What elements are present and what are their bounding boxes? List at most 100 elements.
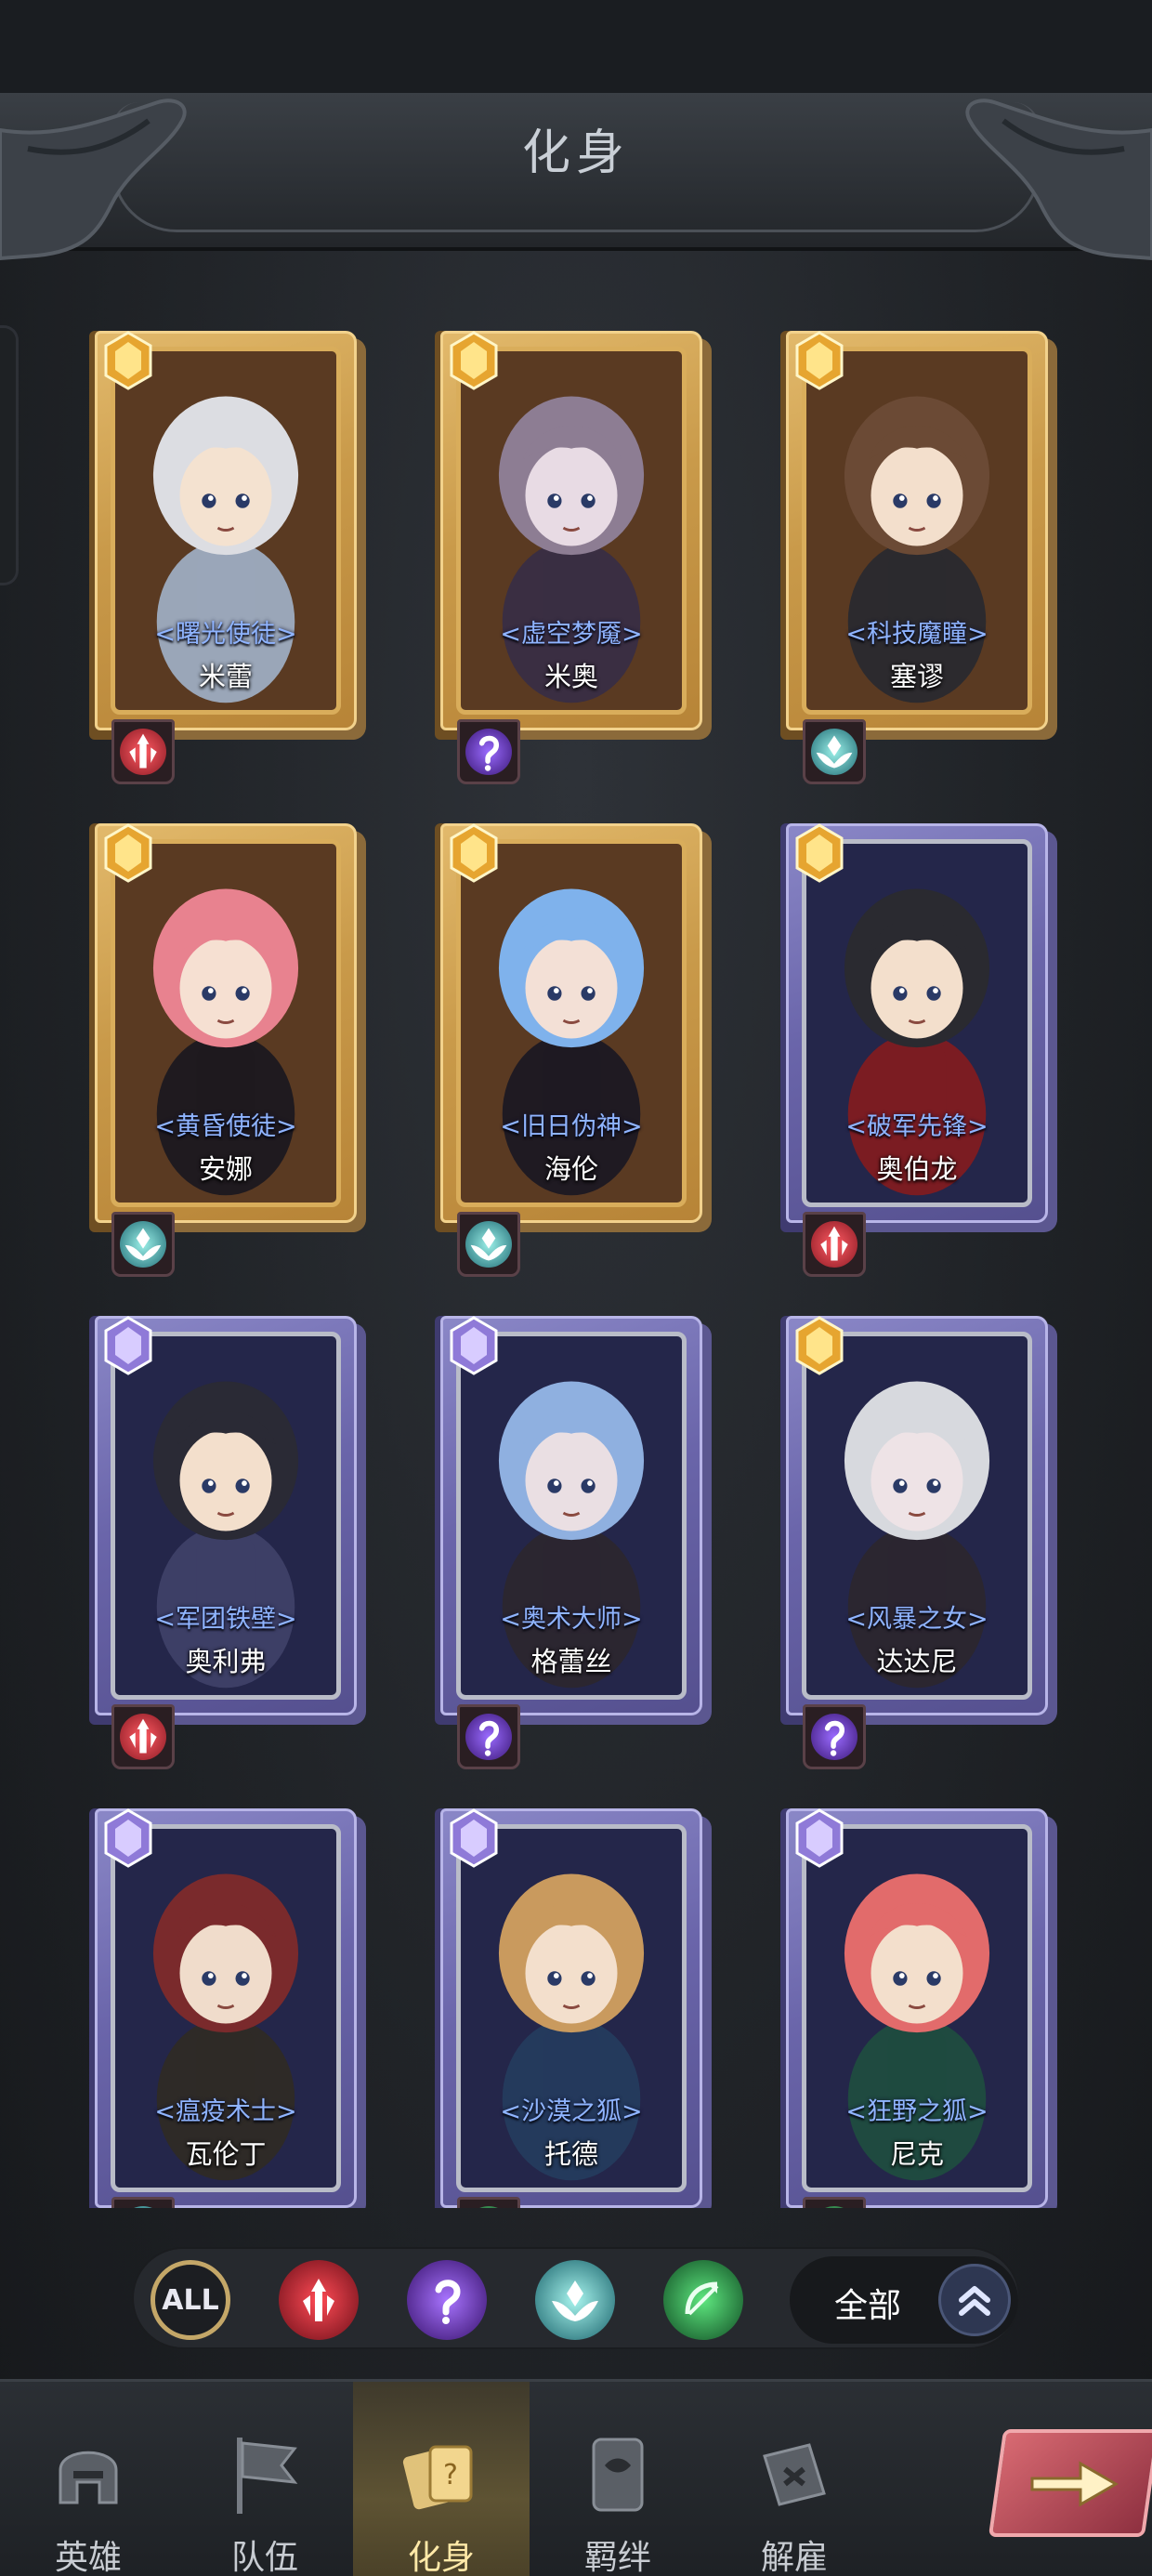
- filter-mage-button[interactable]: [407, 2260, 487, 2340]
- gold-rarity-gem-icon: [795, 331, 844, 390]
- hero-title: <破军先锋>: [845, 1112, 988, 1141]
- hero-name: 塞谬: [889, 661, 944, 692]
- avatar-card[interactable]: <风暴之女> 达达尼: [780, 1316, 1065, 1771]
- card-frame: <旧日伪神> 海伦: [440, 823, 702, 1223]
- card-portrait: <黄昏使徒> 安娜: [111, 839, 341, 1207]
- avatar-card[interactable]: <沙漠之狐> 托德: [435, 1808, 719, 2208]
- class-badge: [457, 2197, 520, 2208]
- class-badge: [111, 2197, 175, 2208]
- avatar-card[interactable]: <科技魔瞳> 塞谬: [780, 331, 1065, 786]
- priest-class-icon: [124, 1228, 162, 1261]
- hero-name: 托德: [543, 2138, 598, 2170]
- class-disc: [811, 1714, 857, 1760]
- hero-title: <科技魔瞳>: [845, 620, 988, 649]
- hero-title: <奥术大师>: [500, 1605, 643, 1634]
- priest-class-icon: [470, 1228, 507, 1261]
- nav-tab[interactable]: 羁绊: [530, 2382, 706, 2576]
- avatar-card[interactable]: <瘟疫术士> 瓦伦丁: [89, 1808, 373, 2208]
- sort-label: 全部: [834, 2287, 902, 2325]
- avatar-card[interactable]: <奥术大师> 格蕾丝: [435, 1316, 719, 1771]
- nav-tab[interactable]: ? 化身: [353, 2382, 530, 2576]
- card-portrait: <曙光使徒> 米蕾: [111, 347, 341, 715]
- class-disc: [811, 729, 857, 775]
- mage-class-icon: [478, 1720, 500, 1756]
- side-drawer-handle[interactable]: [0, 325, 19, 585]
- avatar-card[interactable]: <曙光使徒> 米蕾: [89, 331, 373, 786]
- warrior-class-icon: [129, 1718, 157, 1754]
- avatar-card[interactable]: <破军先锋> 奥伯龙: [780, 823, 1065, 1279]
- card-frame: <军团铁壁> 奥利弗: [95, 1316, 357, 1715]
- purple-rarity-gem-icon: [450, 1808, 498, 1868]
- hero-name: 米蕾: [198, 661, 253, 692]
- class-badge: [803, 719, 866, 784]
- class-disc: [120, 1221, 166, 1268]
- hero-name: 奥伯龙: [876, 1153, 958, 1185]
- class-badge: [803, 2197, 866, 2208]
- card-frame: <曙光使徒> 米蕾: [95, 331, 357, 730]
- dismiss-icon: [763, 2443, 826, 2506]
- filter-warrior-button[interactable]: [279, 2260, 359, 2340]
- hero-title: <曙光使徒>: [154, 620, 297, 649]
- status-area: [0, 0, 1152, 93]
- hero-name: 海伦: [543, 1153, 598, 1185]
- confirm-arrow-button[interactable]: [988, 2429, 1152, 2537]
- class-badge: [457, 1704, 520, 1769]
- bottom-navigation: 英雄 队伍 ? 化身 羁绊 解雇: [0, 2379, 1152, 2576]
- hero-title: <狂野之狐>: [845, 2097, 988, 2126]
- class-badge: [803, 1704, 866, 1769]
- avatar-card[interactable]: <狂野之狐> 尼克: [780, 1808, 1065, 2208]
- hero-name: 瓦伦丁: [185, 2138, 267, 2170]
- avatar-card[interactable]: <虚空梦魇> 米奥: [435, 331, 719, 786]
- class-disc: [120, 729, 166, 775]
- svg-text:?: ?: [443, 2459, 458, 2491]
- class-disc: [465, 1221, 512, 1268]
- card-portrait: <沙漠之狐> 托德: [456, 1824, 687, 2192]
- sort-toggle-button[interactable]: [938, 2264, 1011, 2336]
- scroll-icon: [592, 2438, 644, 2512]
- hero-name: 尼克: [889, 2138, 944, 2170]
- hero-name: 米奥: [543, 661, 598, 692]
- card-portrait: <奥术大师> 格蕾丝: [456, 1332, 687, 1700]
- nav-tab[interactable]: 队伍: [177, 2382, 353, 2576]
- nav-tab-label: 英雄: [54, 2539, 122, 2576]
- class-filter-bar: ALL 全部: [132, 2247, 1020, 2349]
- gold-rarity-gem-icon: [104, 823, 152, 883]
- sort-dropdown[interactable]: 全部: [790, 2256, 1018, 2344]
- card-frame: <黄昏使徒> 安娜: [95, 823, 357, 1223]
- avatar-card[interactable]: <黄昏使徒> 安娜: [89, 823, 373, 1279]
- purple-rarity-gem-icon: [450, 1316, 498, 1375]
- hero-title: <风暴之女>: [845, 1605, 988, 1634]
- hero-title: <黄昏使徒>: [154, 1112, 297, 1141]
- hero-name: 奥利弗: [185, 1646, 267, 1677]
- filter-all-button[interactable]: ALL: [151, 2260, 230, 2340]
- avatar-card[interactable]: <军团铁壁> 奥利弗: [89, 1316, 373, 1771]
- card-frame: <瘟疫术士> 瓦伦丁: [95, 1808, 357, 2208]
- card-frame: <狂野之狐> 尼克: [786, 1808, 1048, 2208]
- filter-priest-button[interactable]: [535, 2260, 615, 2340]
- card-portrait: <军团铁壁> 奥利弗: [111, 1332, 341, 1700]
- card-frame: <奥术大师> 格蕾丝: [440, 1316, 702, 1715]
- class-badge: [111, 719, 175, 784]
- hero-title: <旧日伪神>: [500, 1112, 643, 1141]
- filter-all-label: ALL: [162, 2283, 219, 2317]
- card-portrait: <科技魔瞳> 塞谬: [802, 347, 1032, 715]
- chevron-up-double-icon: [959, 2286, 990, 2316]
- mage-class-icon: [824, 1720, 845, 1756]
- card-portrait: <虚空梦魇> 米奥: [456, 347, 687, 715]
- warrior-class-icon: [303, 2279, 334, 2321]
- avatar-card[interactable]: <旧日伪神> 海伦: [435, 823, 719, 1279]
- card-portrait: <破军先锋> 奥伯龙: [802, 839, 1032, 1207]
- filter-ranger-button[interactable]: [663, 2260, 743, 2340]
- card-frame: <科技魔瞳> 塞谬: [786, 331, 1048, 730]
- priest-class-icon: [816, 735, 853, 769]
- class-badge: [111, 1212, 175, 1277]
- nav-tab[interactable]: 解雇: [706, 2382, 883, 2576]
- nav-tab-label: 队伍: [230, 2539, 298, 2576]
- gold-rarity-gem-icon: [450, 331, 498, 390]
- card-frame: <风暴之女> 达达尼: [786, 1316, 1048, 1715]
- nav-tab[interactable]: 英雄: [0, 2382, 177, 2576]
- hero-title: <军团铁壁>: [154, 1605, 297, 1634]
- class-disc: [465, 1714, 512, 1760]
- warrior-class-icon: [820, 1226, 848, 1261]
- arrow-right-icon: [1030, 2461, 1119, 2507]
